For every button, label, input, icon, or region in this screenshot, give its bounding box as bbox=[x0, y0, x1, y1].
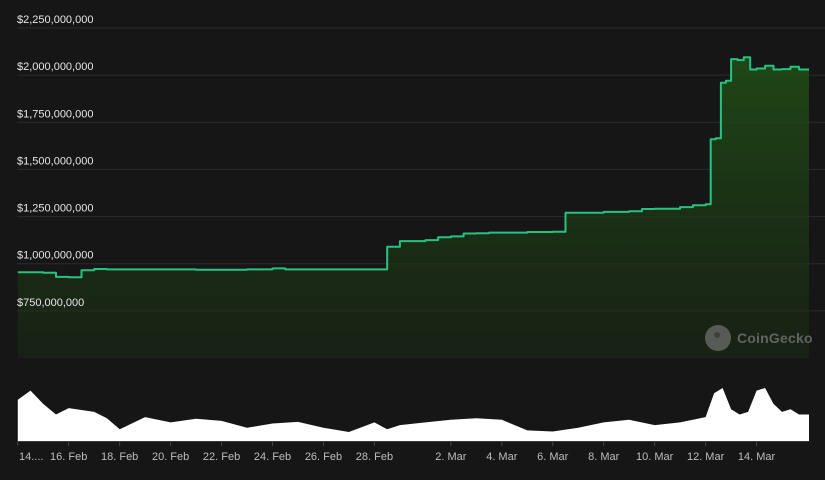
volume-layer bbox=[17, 388, 810, 442]
y-tick-label: $2,000,000,000 bbox=[17, 61, 93, 73]
x-tick-label: 18. Feb bbox=[101, 451, 138, 463]
x-tick-label: 10. Mar bbox=[636, 451, 674, 463]
y-tick-label: $1,750,000,000 bbox=[17, 108, 93, 120]
x-tick-label: 26. Feb bbox=[305, 451, 342, 463]
y-tick-label: $2,250,000,000 bbox=[17, 14, 93, 26]
chart-svg[interactable]: $750,000,000 $1,000,000,000 $1,250,000,000… bbox=[0, 0, 825, 475]
x-tick-label: 14.... bbox=[19, 451, 43, 463]
y-axis-labels: $750,000,000 $1,000,000,000 $1,250,000,000… bbox=[17, 14, 93, 309]
x-tick-label: 14. Mar bbox=[738, 451, 776, 463]
y-tick-label: $1,000,000,000 bbox=[17, 250, 93, 262]
x-tick-label: 8. Mar bbox=[588, 451, 620, 463]
x-tick-label: 20. Feb bbox=[152, 451, 189, 463]
watermark-text: CoinGecko bbox=[737, 330, 813, 346]
x-tick-label: 4. Mar bbox=[486, 451, 518, 463]
x-tick-label: 6. Mar bbox=[537, 451, 569, 463]
volume-area bbox=[17, 388, 810, 441]
x-tick-label: 24. Feb bbox=[254, 451, 291, 463]
x-tick-label: 28. Feb bbox=[356, 451, 393, 463]
y-tick-label: $1,250,000,000 bbox=[17, 203, 93, 215]
area-layer bbox=[17, 56, 810, 358]
x-tick-label: 16. Feb bbox=[50, 451, 87, 463]
y-tick-label: $1,500,000,000 bbox=[17, 155, 93, 167]
coingecko-watermark: CoinGecko bbox=[705, 323, 813, 353]
x-axis-labels: 14.... 16. Feb 18. Feb 20. Feb 22. Feb 24. Fe… bbox=[17, 441, 776, 463]
y-tick-label: $750,000,000 bbox=[17, 297, 84, 309]
x-tick-label: 12. Mar bbox=[687, 451, 725, 463]
x-tick-label: 22. Feb bbox=[203, 451, 240, 463]
market-cap-chart[interactable]: $750,000,000 $1,000,000,000 $1,250,000,000… bbox=[0, 0, 825, 475]
coingecko-logo-icon bbox=[705, 325, 731, 351]
x-tick-label: 2. Mar bbox=[435, 451, 467, 463]
